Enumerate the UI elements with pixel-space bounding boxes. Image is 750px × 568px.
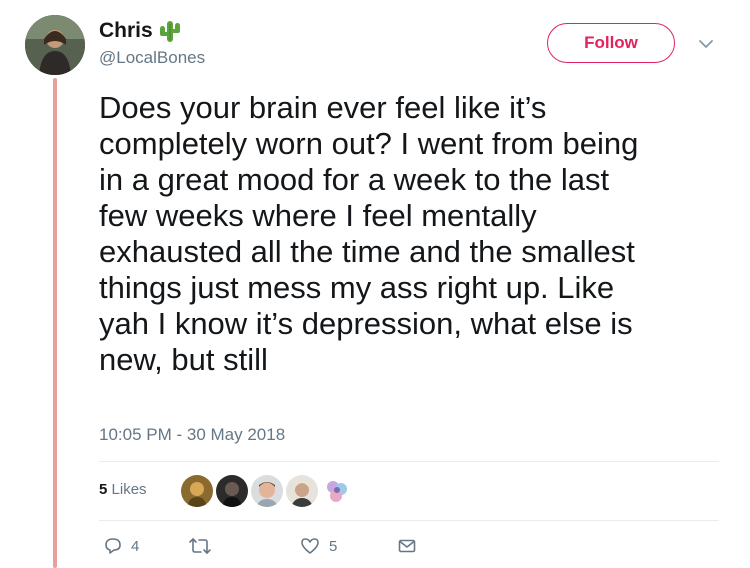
avatar[interactable] (25, 15, 85, 75)
direct-message-button[interactable] (397, 536, 417, 556)
display-name-text[interactable]: Chris (99, 18, 153, 44)
user-handle[interactable]: @LocalBones (99, 48, 205, 68)
liker-avatar[interactable] (216, 475, 248, 507)
follow-button[interactable]: Follow (547, 23, 675, 63)
chevron-down-icon[interactable] (697, 37, 715, 51)
liker-avatar[interactable] (286, 475, 318, 507)
liker-avatar[interactable] (181, 475, 213, 507)
likes-count: 5 (99, 481, 108, 498)
liker-avatar[interactable] (251, 475, 283, 507)
tweet-card: Chris @LocalBones Follow Does your brain… (0, 0, 750, 568)
like-button[interactable]: 5 (299, 536, 337, 556)
likes-stat[interactable]: 5 Likes (99, 480, 147, 500)
likes-label: Likes (111, 481, 147, 498)
retweet-button[interactable] (188, 536, 220, 556)
reply-button[interactable]: 4 (103, 536, 139, 556)
like-count: 5 (329, 537, 338, 555)
thread-line (53, 78, 57, 568)
liker-avatars (181, 475, 353, 507)
reply-icon (103, 536, 123, 556)
reply-count: 4 (131, 537, 140, 555)
heart-icon (299, 536, 321, 556)
divider (99, 461, 719, 462)
liker-avatar[interactable] (321, 475, 353, 507)
cactus-icon (158, 18, 182, 44)
tweet-timestamp[interactable]: 10:05 PM - 30 May 2018 (99, 425, 285, 445)
tweet-text: Does your brain ever feel like it’s comp… (99, 90, 639, 377)
envelope-icon (397, 536, 417, 556)
display-name[interactable]: Chris (99, 18, 182, 44)
divider (99, 520, 719, 521)
retweet-icon (188, 536, 212, 556)
